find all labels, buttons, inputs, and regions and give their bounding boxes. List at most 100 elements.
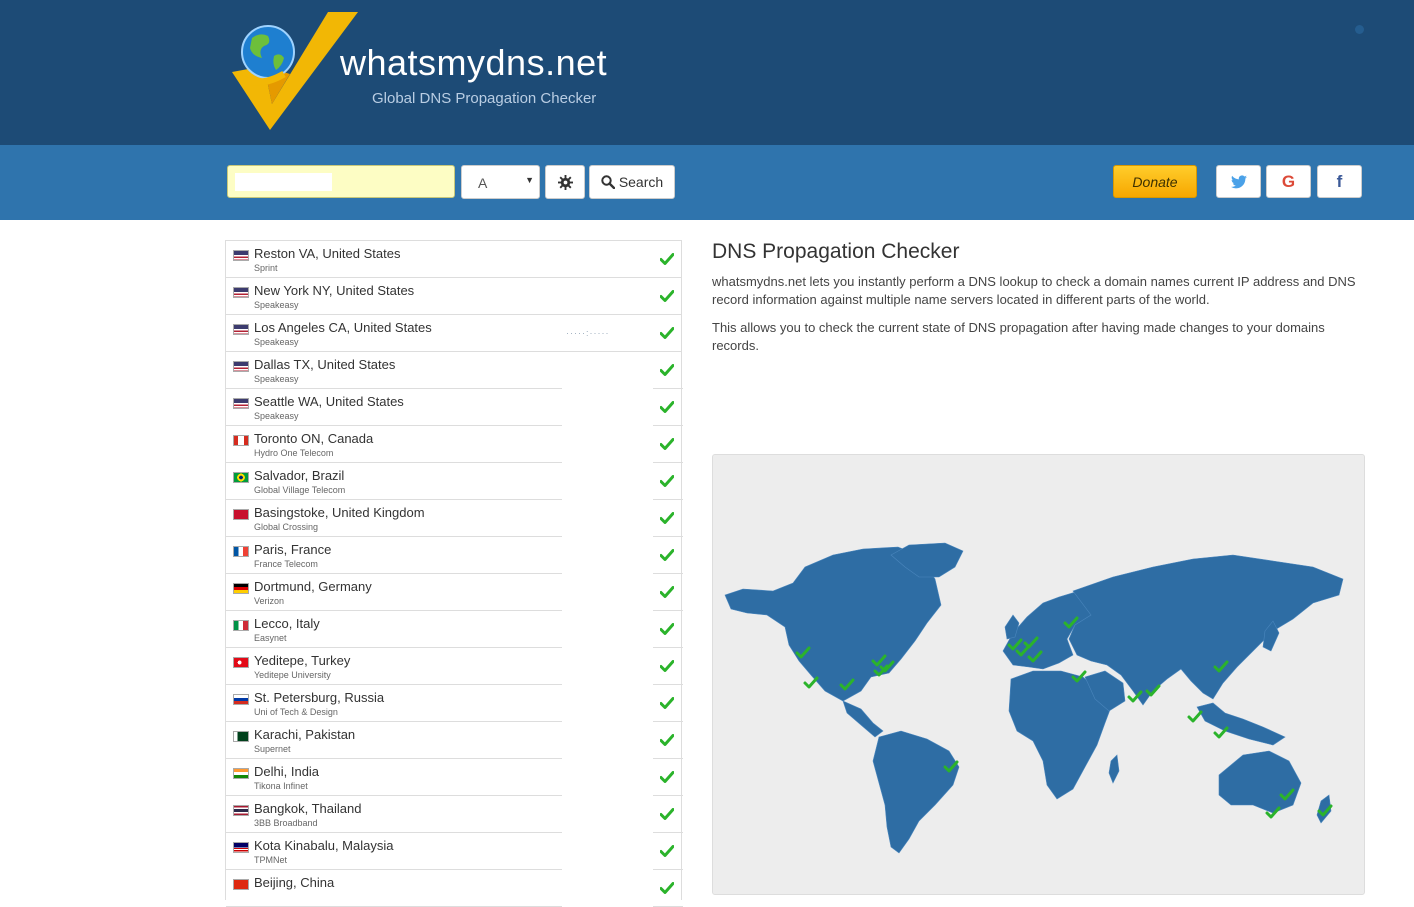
result-row[interactable]: Beijing, China xyxy=(226,870,683,907)
facebook-button[interactable]: f xyxy=(1317,165,1362,198)
result-location: Salvador, Brazil xyxy=(254,468,345,483)
result-row[interactable]: Toronto ON, Canada Hydro One Telecom xyxy=(226,426,683,463)
check-icon xyxy=(659,733,675,751)
check-icon xyxy=(659,363,675,381)
result-provider: Speakeasy xyxy=(254,411,299,421)
flag-br-icon xyxy=(233,472,249,483)
flag-us-icon xyxy=(233,287,249,298)
result-location: Seattle WA, United States xyxy=(254,394,404,409)
check-icon xyxy=(659,437,675,455)
world-map[interactable] xyxy=(712,454,1365,895)
check-icon xyxy=(659,770,675,788)
result-provider: Speakeasy xyxy=(254,374,299,384)
result-row[interactable]: St. Petersburg, Russia Uni of Tech & Desi… xyxy=(226,685,683,722)
flag-us-icon xyxy=(233,361,249,372)
chevron-down-icon: ▼ xyxy=(525,175,534,185)
flag-ca-icon xyxy=(233,435,249,446)
check-icon xyxy=(659,400,675,418)
result-location: St. Petersburg, Russia xyxy=(254,690,385,705)
check-icon xyxy=(659,844,675,862)
intro-paragraph-2: This allows you to check the current sta… xyxy=(712,320,1325,353)
map-marker-check-icon[interactable] xyxy=(1213,726,1229,739)
flag-tr-icon xyxy=(233,657,249,668)
record-type-value: A xyxy=(478,175,488,191)
result-row[interactable]: Dortmund, Germany Verizon xyxy=(226,574,683,611)
result-row[interactable]: Salvador, Brazil Global Village Telecom xyxy=(226,463,683,500)
flag-us-icon xyxy=(233,250,249,261)
result-row[interactable]: Basingstoke, United Kingdom Global Crossi… xyxy=(226,500,683,537)
result-row[interactable]: Yeditepe, Turkey Yeditepe University xyxy=(226,648,683,685)
result-location: Beijing, China xyxy=(254,875,335,890)
result-provider: Tikona Infinet xyxy=(254,781,308,791)
logo-checkmark-icon xyxy=(232,12,358,130)
check-icon xyxy=(659,511,675,529)
check-icon xyxy=(659,548,675,566)
result-row[interactable]: Karachi, Pakistan Supernet xyxy=(226,722,683,759)
result-location: Yeditepe, Turkey xyxy=(254,653,351,668)
facebook-icon: f xyxy=(1336,171,1343,191)
intro-paragraph: whatsmydns.net lets you instantly perfor… xyxy=(712,274,1356,307)
result-location: Dallas TX, United States xyxy=(254,357,396,372)
result-row[interactable]: Dallas TX, United States Speakeasy xyxy=(226,352,683,389)
twitter-button[interactable] xyxy=(1216,165,1261,198)
central-america-landmass xyxy=(842,700,884,738)
australia-landmass xyxy=(1218,750,1302,814)
settings-button[interactable] xyxy=(545,165,585,199)
result-provider: 3BB Broadband xyxy=(254,818,318,828)
result-location: Karachi, Pakistan xyxy=(254,727,356,742)
check-icon xyxy=(659,659,675,677)
result-provider: France Telecom xyxy=(254,559,318,569)
result-provider: Global Village Telecom xyxy=(254,485,346,495)
result-row[interactable]: Kota Kinabalu, Malaysia TPMNet xyxy=(226,833,683,870)
check-icon xyxy=(659,474,675,492)
flag-my-icon xyxy=(233,842,249,853)
flag-fr-icon xyxy=(233,546,249,557)
result-location: Basingstoke, United Kingdom xyxy=(254,505,425,520)
google-button[interactable]: G xyxy=(1266,165,1311,198)
result-row[interactable]: Bangkok, Thailand 3BB Broadband xyxy=(226,796,683,833)
results-list: Reston VA, United States Sprint New York N… xyxy=(225,240,683,907)
flag-de-icon xyxy=(233,583,249,594)
site-logo[interactable]: whatsmydns.net Global DNS Propagation Ch… xyxy=(228,8,608,138)
result-row[interactable]: Lecco, Italy Easynet xyxy=(226,611,683,648)
north-america-landmass xyxy=(724,546,942,702)
search-bar: A ▼ Search Donate G f xyxy=(0,145,1414,220)
result-provider: TPMNet xyxy=(254,855,288,865)
google-icon: G xyxy=(1281,171,1296,191)
result-row[interactable]: Delhi, India Tikona Infinet xyxy=(226,759,683,796)
check-icon xyxy=(659,881,675,899)
map-marker-check-icon[interactable] xyxy=(803,676,819,689)
page-title: DNS Propagation Checker xyxy=(712,240,960,263)
result-provider: Yeditepe University xyxy=(254,670,331,680)
flag-gb-icon xyxy=(233,509,249,520)
result-row[interactable]: Los Angeles CA, United States Speakeasy ··… xyxy=(226,315,681,352)
donate-button[interactable]: Donate xyxy=(1113,165,1197,198)
search-button[interactable]: Search xyxy=(589,165,675,199)
map-marker-check-icon[interactable] xyxy=(1187,710,1203,723)
result-location: Paris, France xyxy=(254,542,332,557)
result-provider: Speakeasy xyxy=(254,337,299,347)
twitter-icon xyxy=(1230,174,1247,188)
flag-pk-icon xyxy=(233,731,249,742)
result-ip: ·····:····· xyxy=(566,328,610,338)
record-type-select[interactable]: A ▼ xyxy=(461,165,540,199)
flag-us-icon xyxy=(233,398,249,409)
domain-input-redaction xyxy=(235,173,332,191)
result-row[interactable]: Seattle WA, United States Speakeasy xyxy=(226,389,683,426)
decorative-dot xyxy=(1355,25,1364,34)
result-provider: Verizon xyxy=(254,596,285,606)
result-provider: Speakeasy xyxy=(254,300,299,310)
search-icon xyxy=(601,175,615,189)
check-icon xyxy=(659,622,675,640)
south-america-landmass xyxy=(872,730,960,854)
result-provider: Easynet xyxy=(254,633,287,643)
check-icon xyxy=(659,807,675,825)
result-row[interactable]: Paris, France France Telecom xyxy=(226,537,683,574)
check-icon xyxy=(659,326,675,344)
site-header: whatsmydns.net Global DNS Propagation Ch… xyxy=(0,0,1414,145)
flag-ru-icon xyxy=(233,694,249,705)
result-row[interactable]: New York NY, United States Speakeasy xyxy=(226,278,681,315)
result-location: Dortmund, Germany xyxy=(254,579,372,594)
result-location: Kota Kinabalu, Malaysia xyxy=(254,838,394,853)
result-row[interactable]: Reston VA, United States Sprint xyxy=(226,241,681,278)
